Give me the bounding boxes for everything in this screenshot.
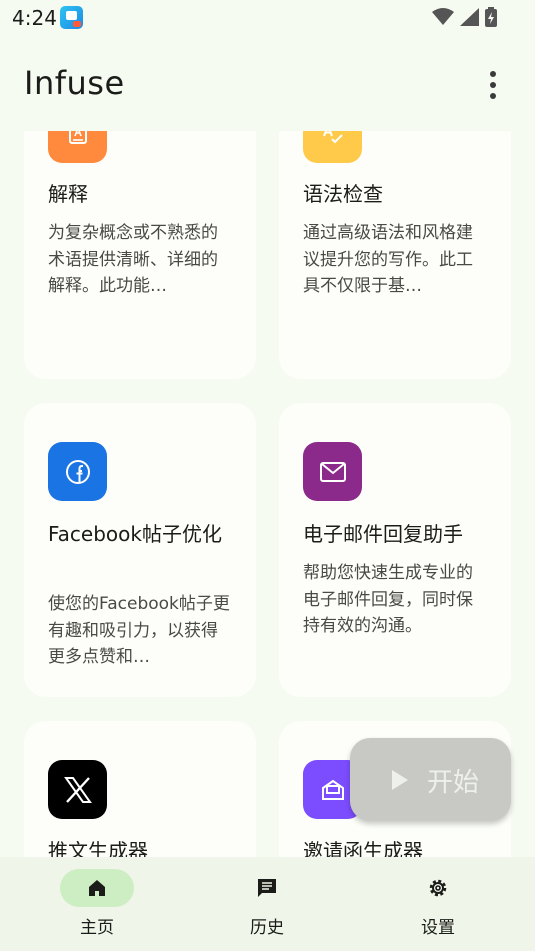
home-icon bbox=[89, 880, 105, 896]
mail-icon bbox=[303, 442, 362, 501]
history-icon bbox=[258, 879, 276, 897]
card-email-reply[interactable]: 电子邮件回复助手 帮助您快速生成专业的电子邮件回复，同时保持有效的沟通。 bbox=[279, 403, 511, 697]
more-options-button[interactable] bbox=[477, 66, 509, 102]
card-title: 邀请函生成器 bbox=[303, 839, 423, 857]
nav-label: 主页 bbox=[80, 918, 114, 938]
nav-label: 设置 bbox=[421, 918, 455, 938]
play-icon bbox=[392, 770, 408, 790]
signal-icon bbox=[460, 8, 479, 26]
card-description: 帮助您快速生成专业的电子邮件回复，同时保持有效的沟通。 bbox=[303, 563, 473, 636]
card-facebook-post[interactable]: Facebook帖子优化 使您的Facebook帖子更有趣和吸引力，以获得更多点… bbox=[24, 403, 256, 697]
card-description: 通过高级语法和风格建议提升您的写作。此工具不仅限于基… bbox=[303, 223, 473, 296]
x-icon bbox=[48, 760, 107, 819]
app-bar: Infuse bbox=[0, 48, 535, 120]
bottom-navigation: 主页 历史 设置 bbox=[0, 857, 535, 951]
card-title: Facebook帖子优化 bbox=[48, 522, 222, 546]
card-tweet-generator[interactable]: 推文生成器 bbox=[24, 721, 256, 857]
settings-icon bbox=[429, 879, 447, 897]
card-description: 使您的Facebook帖子更有趣和吸引力，以获得更多点赞和… bbox=[48, 594, 230, 667]
more-vert-icon bbox=[490, 71, 496, 77]
status-indicators bbox=[432, 6, 497, 28]
battery-icon bbox=[485, 7, 497, 27]
app-notification-icon bbox=[60, 6, 83, 29]
nav-home[interactable]: 主页 bbox=[8, 857, 186, 951]
book-a-icon bbox=[48, 131, 107, 163]
card-title: 推文生成器 bbox=[48, 839, 148, 857]
start-button-label: 开始 bbox=[427, 768, 480, 798]
status-bar: 4:24 bbox=[0, 0, 535, 36]
app-title: Infuse bbox=[24, 64, 125, 102]
start-button[interactable]: 开始 bbox=[350, 738, 511, 821]
card-title: 语法检查 bbox=[303, 182, 383, 206]
card-explain[interactable]: 解释 为复杂概念或不熟悉的术语提供清晰、详细的解释。此功能… bbox=[24, 131, 256, 379]
card-title: 电子邮件回复助手 bbox=[303, 522, 463, 546]
card-description: 为复杂概念或不熟悉的术语提供清晰、详细的解释。此功能… bbox=[48, 223, 218, 296]
status-time: 4:24 bbox=[12, 6, 57, 30]
nav-history[interactable]: 历史 bbox=[178, 857, 356, 951]
nav-label: 历史 bbox=[250, 918, 284, 938]
card-grammar-check[interactable]: 语法检查 通过高级语法和风格建议提升您的写作。此工具不仅限于基… bbox=[279, 131, 511, 379]
card-title: 解释 bbox=[48, 182, 88, 206]
nav-settings[interactable]: 设置 bbox=[349, 857, 527, 951]
spellcheck-icon bbox=[303, 131, 362, 163]
facebook-icon bbox=[48, 442, 107, 501]
wifi-icon bbox=[432, 8, 454, 25]
